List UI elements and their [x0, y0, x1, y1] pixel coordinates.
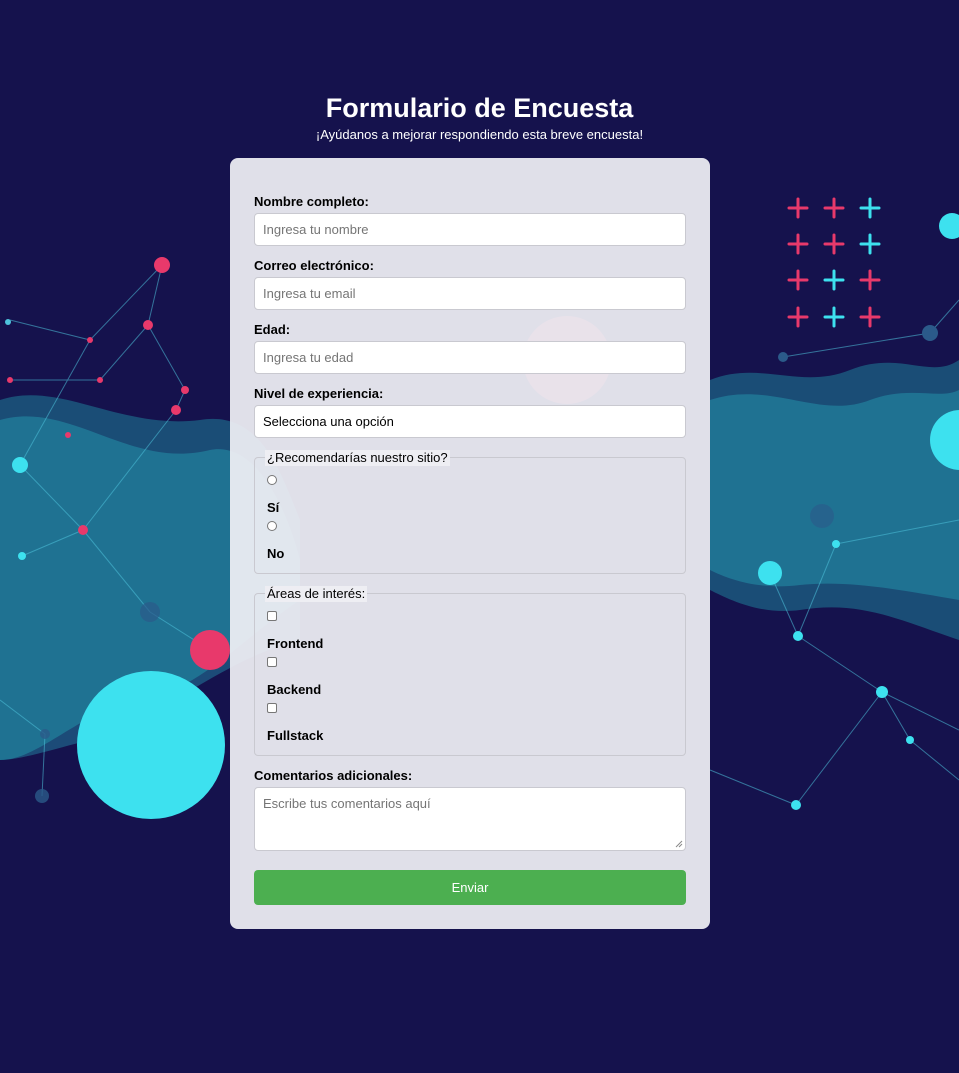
page-header: Formulario de Encuesta ¡Ayúdanos a mejor…: [0, 90, 959, 143]
experience-selected-value: Selecciona una opción: [263, 414, 394, 429]
email-label: Correo electrónico:: [254, 258, 374, 273]
checkbox-backend[interactable]: [267, 657, 277, 667]
checkbox-fullstack-label: Fullstack: [267, 728, 324, 743]
radio-yes[interactable]: [267, 475, 277, 485]
name-label: Nombre completo:: [254, 194, 369, 209]
survey-form: Nombre completo: Ingresa tu nombre Corre…: [230, 158, 710, 929]
comments-textarea[interactable]: Escribe tus comentarios aquí: [254, 787, 686, 851]
experience-select[interactable]: Selecciona una opción: [254, 405, 686, 438]
email-placeholder: Ingresa tu email: [263, 286, 356, 301]
recommend-fieldset: ¿Recomendarías nuestro sitio? Sí No: [254, 450, 686, 574]
radio-no-label: No: [267, 546, 285, 561]
resize-grip-icon[interactable]: [675, 840, 683, 848]
experience-label: Nivel de experiencia:: [254, 386, 384, 401]
checkbox-frontend[interactable]: [267, 611, 277, 621]
checkbox-backend-label: Backend: [267, 682, 322, 697]
page-subtitle: ¡Ayúdanos a mejorar respondiendo esta br…: [315, 127, 644, 142]
submit-button[interactable]: Enviar: [254, 870, 686, 905]
name-placeholder: Ingresa tu nombre: [263, 222, 369, 237]
name-input[interactable]: Ingresa tu nombre: [254, 213, 686, 246]
comments-placeholder: Escribe tus comentarios aquí: [263, 796, 431, 811]
age-label: Edad:: [254, 322, 291, 337]
age-input[interactable]: Ingresa tu edad: [254, 341, 686, 374]
age-placeholder: Ingresa tu edad: [263, 350, 354, 365]
email-input[interactable]: Ingresa tu email: [254, 277, 686, 310]
interests-fieldset: Áreas de interés: Frontend Backend Fulls…: [254, 586, 686, 756]
checkbox-frontend-label: Frontend: [267, 636, 324, 651]
interests-legend: Áreas de interés:: [265, 586, 368, 602]
radio-yes-label: Sí: [267, 500, 280, 515]
checkbox-fullstack[interactable]: [267, 703, 277, 713]
recommend-legend: ¿Recomendarías nuestro sitio?: [265, 450, 450, 466]
comments-label: Comentarios adicionales:: [254, 768, 413, 783]
page-title: Formulario de Encuesta: [325, 93, 634, 123]
radio-no[interactable]: [267, 521, 277, 531]
